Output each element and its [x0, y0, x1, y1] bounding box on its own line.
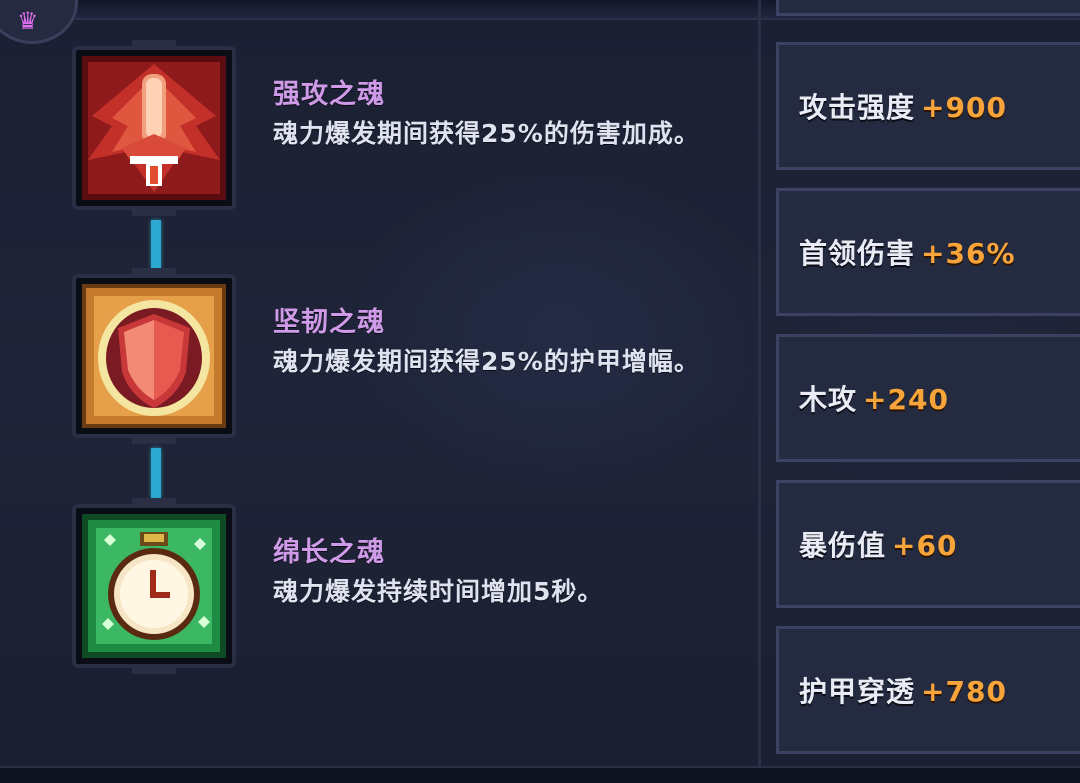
skill-icon-frame[interactable] [72, 268, 236, 444]
skill-name: 坚韧之魂 [273, 307, 385, 338]
stat-card: 护甲穿透 +780 [776, 626, 1080, 754]
stat-card: 暴伤值 +60 [776, 480, 1080, 608]
shield-icon [82, 284, 226, 428]
skill-name: 绵长之魂 [273, 537, 385, 568]
skill-icon-frame[interactable] [72, 40, 236, 216]
stat-label: 护甲穿透 [799, 675, 916, 708]
stat-value: +900 [921, 91, 1007, 124]
stat-value: +36% [921, 237, 1016, 270]
column-divider [758, 0, 761, 766]
chain-link [151, 220, 161, 268]
skill-icon-frame[interactable] [72, 498, 236, 674]
skill-description: 魂力爆发持续时间增加5秒。 [273, 577, 604, 606]
crown-icon: ♛ [17, 7, 39, 35]
frame-nub [132, 268, 176, 278]
frame-nub [132, 664, 176, 674]
bottom-frame [0, 766, 1080, 783]
stat-label: 攻击强度 [799, 91, 916, 124]
stat-value: +240 [863, 383, 949, 416]
stat-card: 攻击强度 +900 [776, 42, 1080, 170]
stat-label: 木攻 [799, 383, 858, 416]
red-rocket-icon [82, 56, 226, 200]
stat-label: 暴伤值 [799, 529, 887, 562]
stat-card: 首领伤害 +36% [776, 188, 1080, 316]
stopwatch-icon [82, 514, 226, 658]
frame-nub [132, 498, 176, 508]
skill-description: 魂力爆发期间获得25%的护甲增幅。 [273, 347, 700, 376]
skill-name: 强攻之魂 [273, 79, 385, 110]
stat-card-partial [776, 0, 1080, 16]
frame-nub [132, 206, 176, 216]
chain-link [151, 448, 161, 498]
stat-value: +60 [892, 529, 958, 562]
frame-nub [132, 434, 176, 444]
stat-card: 木攻 +240 [776, 334, 1080, 462]
skill-description: 魂力爆发期间获得25%的伤害加成。 [273, 119, 700, 148]
stat-value: +780 [921, 675, 1007, 708]
stat-label: 首领伤害 [799, 237, 916, 270]
frame-nub [132, 40, 176, 50]
